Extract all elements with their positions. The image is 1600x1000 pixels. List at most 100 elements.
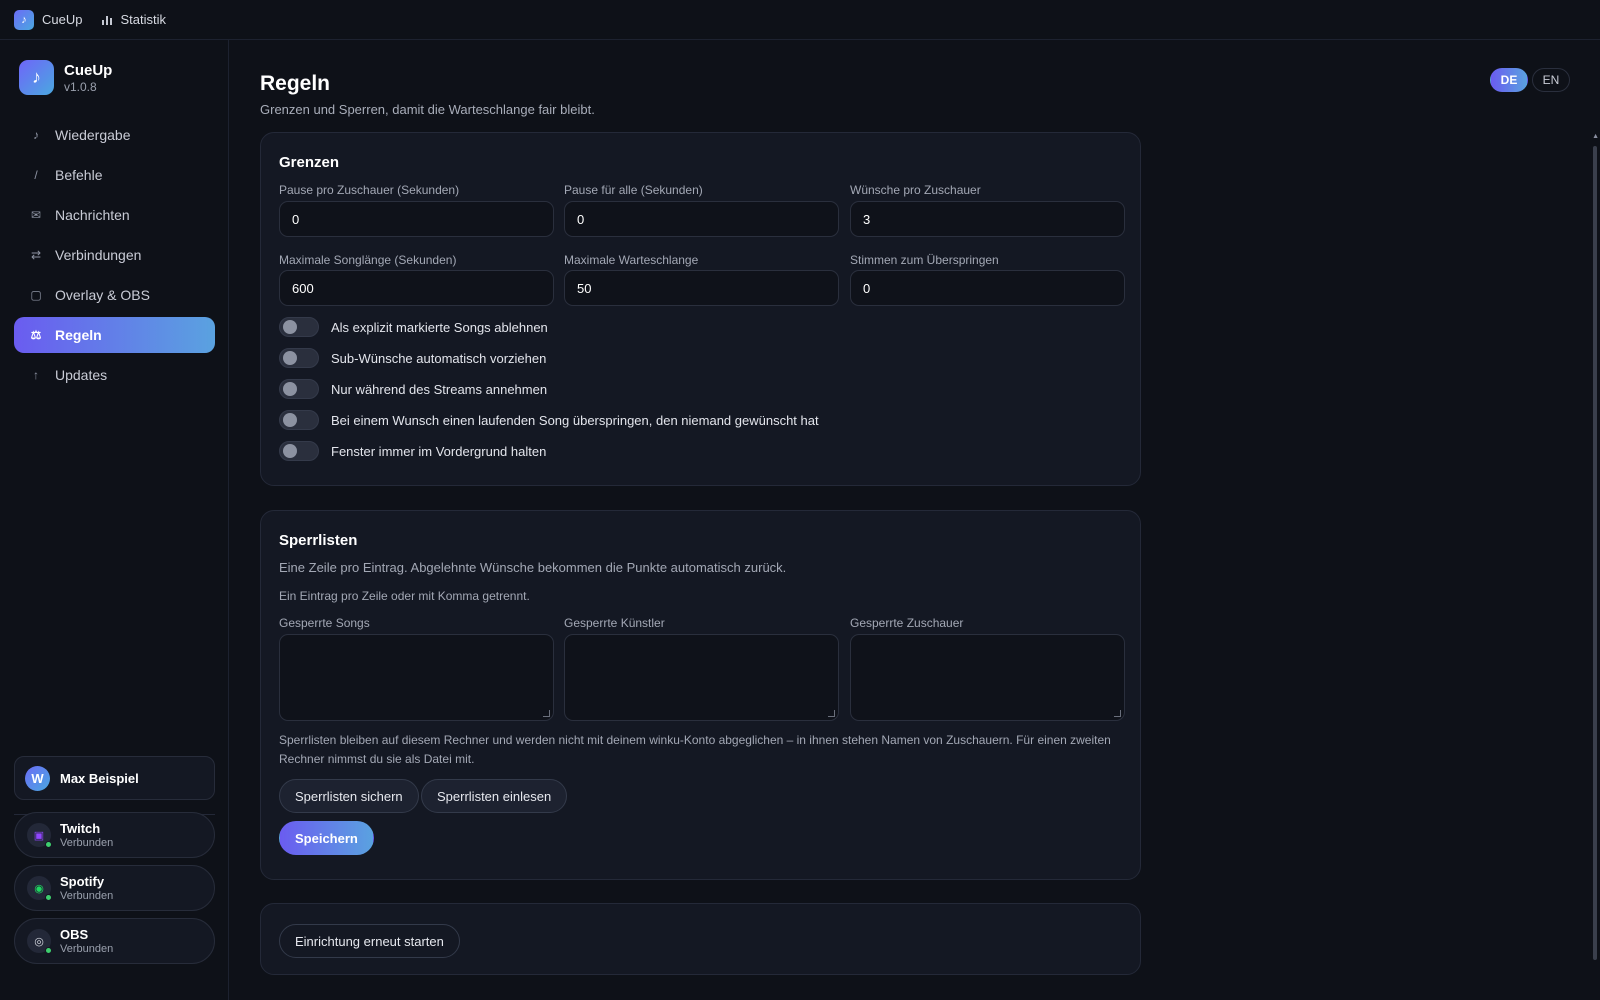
skip-votes-input[interactable]: 0 <box>850 270 1125 306</box>
toggle-label: Nur während des Streams annehmen <box>331 381 548 397</box>
sidebar-item-overlay-obs[interactable]: ▢ Overlay & OBS <box>14 277 215 313</box>
save-button[interactable]: Speichern <box>279 821 374 855</box>
sidebar-item-label: Regeln <box>55 327 102 343</box>
topbar-stats-label: Statistik <box>120 12 166 27</box>
sidebar-item-label: Befehle <box>55 167 103 183</box>
sidebar-nav: ♪ Wiedergabe / Befehle ✉ Nachrichten ⇄ Verbi… <box>14 117 215 397</box>
slash-icon: / <box>34 168 38 182</box>
scroll-up-icon[interactable]: ▲ <box>1592 133 1599 140</box>
toggle-row[interactable]: Sub-Wünsche automatisch vorziehen <box>279 348 546 368</box>
field-label: Pause für alle (Sekunden) <box>564 183 703 197</box>
arrow-up-icon: ↑ <box>33 368 39 382</box>
global-cooldown-input[interactable]: 0 <box>564 201 839 237</box>
toggle-switch[interactable] <box>279 379 319 399</box>
toggle-row[interactable]: Als explizit markierte Songs ablehnen <box>279 317 548 337</box>
service-status: Verbunden <box>60 943 114 955</box>
max-song-length-input[interactable]: 600 <box>279 270 554 306</box>
app-icon: ♪ <box>14 9 34 30</box>
toggle-label: Fenster immer im Vordergrund halten <box>331 443 547 459</box>
field-label: Gesperrte Zuschauer <box>850 616 964 630</box>
import-blocklists-button[interactable]: Sperrlisten einlesen <box>421 779 568 813</box>
sidebar-item-nachrichten[interactable]: ✉ Nachrichten <box>14 197 215 233</box>
sidebar-item-verbindungen[interactable]: ⇄ Verbindungen <box>14 237 215 273</box>
sidebar-item-label: Nachrichten <box>55 207 130 223</box>
export-blocklists-button[interactable]: Sperrlisten sichern <box>279 779 419 813</box>
app-name: CueUp <box>64 61 113 79</box>
bar-chart-icon <box>102 15 113 25</box>
toggle-switch[interactable] <box>279 410 319 430</box>
page-title: Regeln <box>260 72 331 95</box>
sidebar-item-label: Overlay & OBS <box>55 287 150 303</box>
service-status: Verbunden <box>60 890 114 902</box>
user-name: Max Beispiel <box>60 770 139 786</box>
service-status: Verbunden <box>60 837 114 849</box>
toggle-label: Sub-Wünsche automatisch vorziehen <box>331 350 547 366</box>
sidebar-item-befehle[interactable]: / Befehle <box>14 157 215 193</box>
topbar-app-label: CueUp <box>42 12 83 27</box>
page-subtitle: Grenzen und Sperren, damit die Warteschl… <box>260 102 595 117</box>
field-label: Wünsche pro Zuschauer <box>850 183 981 197</box>
sidebar-item-wiedergabe[interactable]: ♪ Wiedergabe <box>14 117 215 153</box>
toggle-row[interactable]: Nur während des Streams annehmen <box>279 379 547 399</box>
main-content: Regeln Grenzen und Sperren, damit die Wa… <box>230 40 1600 1000</box>
service-spotify[interactable]: ◉ Spotify Verbunden <box>14 865 215 911</box>
service-name: OBS <box>60 927 89 942</box>
toggle-switch[interactable] <box>279 317 319 337</box>
blocked-viewers-textarea[interactable] <box>850 634 1125 721</box>
viewer-cooldown-input[interactable]: 0 <box>279 201 554 237</box>
blocklists-heading: Sperrlisten <box>279 532 358 549</box>
topbar-app-link[interactable]: ♪ CueUp <box>14 9 83 30</box>
service-obs[interactable]: ◎ OBS Verbunden <box>14 918 215 964</box>
sidebar-item-label: Wiedergabe <box>55 127 131 143</box>
toggle-label: Bei einem Wunsch einen laufenden Song üb… <box>331 412 819 428</box>
field-label: Pause pro Zuschauer (Sekunden) <box>279 183 460 197</box>
blocklists-card: Sperrlisten Eine Zeile pro Eintrag. Abge… <box>260 510 1141 880</box>
setup-card: Einrichtung erneut starten <box>260 903 1141 975</box>
obs-icon: ◎ <box>27 929 52 954</box>
lang-en-button[interactable]: EN <box>1532 68 1570 92</box>
avatar: W <box>25 765 50 791</box>
app-logo-icon: ♪ <box>19 60 54 95</box>
toggle-switch[interactable] <box>279 441 319 461</box>
restart-setup-button[interactable]: Einrichtung erneut starten <box>279 924 460 958</box>
toggle-row[interactable]: Fenster immer im Vordergrund halten <box>279 441 546 461</box>
brand: ♪ CueUp v1.0.8 <box>19 60 112 95</box>
topbar-stats-link[interactable]: Statistik <box>102 12 166 27</box>
sidebar-item-updates[interactable]: ↑ Updates <box>14 357 215 393</box>
rules-icon: ⚖ <box>30 328 42 342</box>
toggle-switch[interactable] <box>279 348 319 368</box>
status-dot <box>45 841 52 848</box>
sidebar: ♪ CueUp v1.0.8 ♪ Wiedergabe / Befehle ✉ Nac… <box>0 40 229 1000</box>
toggle-row[interactable]: Bei einem Wunsch einen laufenden Song üb… <box>279 410 819 430</box>
field-label: Gesperrte Songs <box>279 616 370 630</box>
mail-icon: ✉ <box>30 208 42 222</box>
field-label: Maximale Songlänge (Sekunden) <box>279 253 457 267</box>
service-twitch[interactable]: ▣ Twitch Verbunden <box>14 812 215 858</box>
requests-per-viewer-input[interactable]: 3 <box>850 201 1125 237</box>
blocklists-description: Eine Zeile pro Eintrag. Abgelehnte Wünsc… <box>279 560 787 575</box>
sidebar-item-label: Verbindungen <box>55 247 142 263</box>
lang-de-button[interactable]: DE <box>1490 68 1528 92</box>
max-queue-input[interactable]: 50 <box>564 270 839 306</box>
blocked-songs-textarea[interactable] <box>279 634 554 721</box>
user-card[interactable]: W Max Beispiel <box>14 756 215 800</box>
field-label: Stimmen zum Überspringen <box>850 253 999 267</box>
blocked-artists-textarea[interactable] <box>564 634 839 721</box>
sidebar-item-label: Updates <box>55 367 108 383</box>
limits-card: Grenzen Pause pro Zuschauer (Sekunden) 0… <box>260 132 1141 486</box>
blocklists-hint: Ein Eintrag pro Zeile oder mit Komma get… <box>279 589 530 603</box>
language-switch: DE EN <box>1490 68 1570 92</box>
service-name: Spotify <box>60 874 105 889</box>
scrollbar[interactable] <box>1593 146 1597 960</box>
twitch-icon: ▣ <box>27 823 52 848</box>
blocklists-note-line1: Sperrlisten bleiben auf diesem Rechner u… <box>279 733 1111 747</box>
status-dot <box>45 894 52 901</box>
app-version: v1.0.8 <box>64 79 97 94</box>
status-dot <box>45 947 52 954</box>
swap-icon: ⇄ <box>30 248 42 262</box>
toggle-label: Als explizit markierte Songs ablehnen <box>331 319 548 335</box>
music-note-icon: ♪ <box>33 128 39 142</box>
sidebar-item-regeln[interactable]: ⚖ Regeln <box>14 317 215 353</box>
service-name: Twitch <box>60 821 101 836</box>
top-bar: ♪ CueUp Statistik <box>0 0 1600 40</box>
